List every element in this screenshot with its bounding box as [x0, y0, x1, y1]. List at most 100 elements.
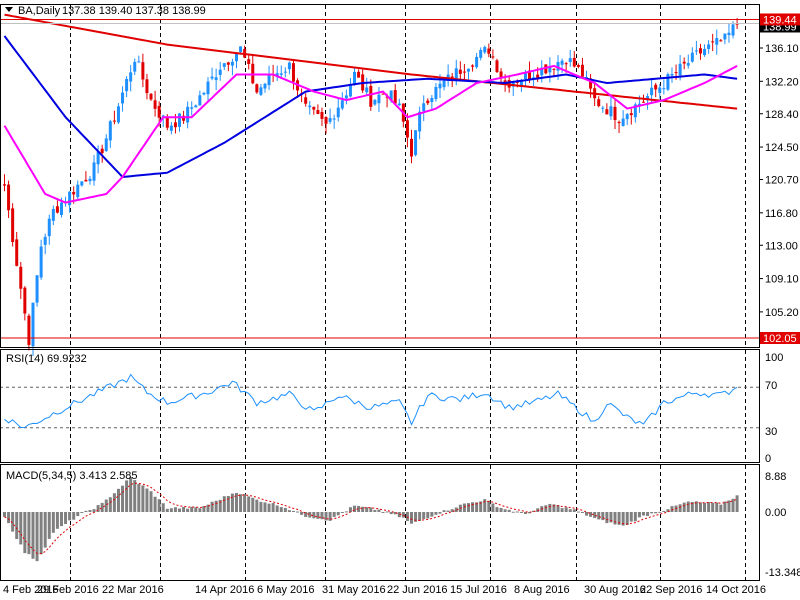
- macd-histogram-bar: [637, 512, 641, 518]
- macd-histogram-bar: [121, 485, 125, 512]
- macd-histogram-bar: [495, 507, 499, 512]
- macd-histogram-bar: [222, 496, 226, 512]
- macd-histogram-bar: [418, 512, 422, 521]
- macd-title: MACD(5,34,5) 3.413 2.585: [6, 470, 137, 482]
- bull-candle: [259, 87, 263, 95]
- bull-candle: [454, 68, 458, 80]
- bull-candle: [678, 63, 682, 76]
- macd-histogram-bar: [100, 502, 104, 512]
- macd-histogram-bar: [430, 512, 434, 517]
- macd-histogram-bar: [466, 503, 470, 512]
- macd-histogram-bar: [471, 502, 475, 512]
- bull-candle: [715, 38, 719, 45]
- macd-histogram-bar: [7, 512, 11, 524]
- macd-histogram-bar: [446, 510, 450, 512]
- bull-candle: [466, 68, 470, 72]
- bear-candle: [153, 100, 157, 109]
- macd-tick-label: 8.88: [765, 471, 786, 483]
- bear-candle: [499, 71, 503, 78]
- date-tick-label: 6 May 2016: [257, 584, 314, 596]
- macd-histogram-bar: [251, 497, 255, 512]
- date-tick-label: 31 May 2016: [322, 584, 386, 596]
- macd-histogram-bar: [287, 510, 291, 512]
- price-tick-label: 132.20: [765, 76, 799, 88]
- bull-candle: [194, 105, 198, 108]
- macd-histogram-bar: [698, 502, 702, 512]
- bear-candle: [552, 68, 556, 70]
- date-tick-label: 22 Sep 2016: [640, 584, 702, 596]
- price-tick-label: 124.50: [765, 142, 799, 154]
- price-tick-label: 128.40: [765, 109, 799, 121]
- bull-candle: [568, 58, 572, 63]
- bull-candle: [690, 52, 694, 62]
- date-tick-label: 14 Apr 2016: [195, 584, 254, 596]
- bear-candle: [682, 61, 686, 64]
- low-price-label: 102.05: [763, 333, 797, 345]
- macd-histogram-bar: [243, 494, 247, 512]
- macd-histogram-bar: [548, 503, 552, 512]
- macd-histogram-bar: [381, 511, 385, 513]
- macd-histogram-bar: [19, 512, 23, 545]
- macd-histogram-bar: [650, 512, 654, 514]
- dropdown-triangle-icon[interactable]: [5, 7, 13, 12]
- chart-window[interactable]: 4 Feb 2016 29 Feb 2016 22 Mar 2016 14 Apr 2…: [0, 0, 800, 600]
- macd-histogram-bar: [544, 505, 548, 512]
- date-tick-label: 15 Jul 2016: [450, 584, 507, 596]
- bear-candle: [255, 84, 259, 93]
- bull-candle: [475, 56, 479, 68]
- macd-histogram-bar: [348, 507, 352, 512]
- macd-histogram-bar: [487, 500, 491, 512]
- macd-histogram-bar: [145, 488, 149, 512]
- macd-histogram-bar: [178, 508, 182, 512]
- macd-histogram-bar: [39, 512, 43, 555]
- macd-histogram-bar: [646, 512, 650, 516]
- bull-candle: [287, 62, 291, 70]
- bull-candle: [214, 77, 218, 81]
- macd-histogram-bar: [434, 512, 438, 515]
- macd-histogram-bar: [15, 512, 19, 539]
- price-tick-label: 113.00: [765, 240, 798, 252]
- bear-candle: [576, 65, 580, 67]
- macd-histogram-bar: [373, 509, 377, 512]
- bull-candle: [336, 107, 340, 118]
- bull-candle: [51, 208, 55, 221]
- bull-candle: [430, 97, 434, 102]
- macd-histogram-bar: [149, 491, 153, 512]
- bull-candle: [666, 74, 670, 90]
- bull-candle: [279, 73, 283, 75]
- macd-histogram-bar: [707, 502, 711, 512]
- bull-candle: [218, 69, 222, 75]
- bear-candle: [226, 62, 230, 65]
- bull-candle: [365, 87, 369, 93]
- date-tick-label: 22 Jun 2016: [387, 584, 448, 596]
- bear-candle: [7, 184, 11, 211]
- macd-histogram-bar: [275, 505, 279, 512]
- macd-histogram-bar: [194, 507, 198, 512]
- macd-histogram-bar: [633, 512, 637, 522]
- high-price-label: 139.44: [763, 14, 797, 26]
- macd-histogram-bar: [332, 512, 336, 517]
- macd-histogram-bar: [279, 507, 283, 512]
- macd-histogram-bar: [703, 502, 707, 512]
- bear-candle: [654, 84, 658, 90]
- macd-histogram-bar: [499, 507, 503, 512]
- ohlc-readout: 137.38 139.40 137.38 138.99: [62, 5, 206, 17]
- bull-candle: [434, 87, 438, 100]
- macd-histogram-bar: [410, 512, 413, 524]
- bull-candle: [373, 99, 377, 105]
- bull-candle: [31, 302, 35, 347]
- bull-candle: [190, 107, 194, 109]
- macd-histogram-bar: [613, 512, 617, 525]
- macd-histogram-bar: [438, 512, 442, 514]
- rsi-title: RSI(14) 69.9232: [6, 353, 87, 365]
- macd-histogram-bar: [422, 512, 426, 520]
- macd-histogram-bar: [267, 503, 271, 512]
- bull-candle: [483, 47, 487, 53]
- macd-histogram-bar: [369, 507, 373, 512]
- bull-candle: [560, 60, 564, 65]
- macd-histogram-bar: [308, 512, 312, 518]
- macd-histogram-bar: [711, 502, 715, 512]
- bull-candle: [442, 80, 446, 88]
- macd-histogram-bar: [296, 511, 300, 513]
- chart-canvas[interactable]: 4 Feb 201629 Feb 2016 22 Mar 2016 14 Apr 2…: [0, 0, 800, 600]
